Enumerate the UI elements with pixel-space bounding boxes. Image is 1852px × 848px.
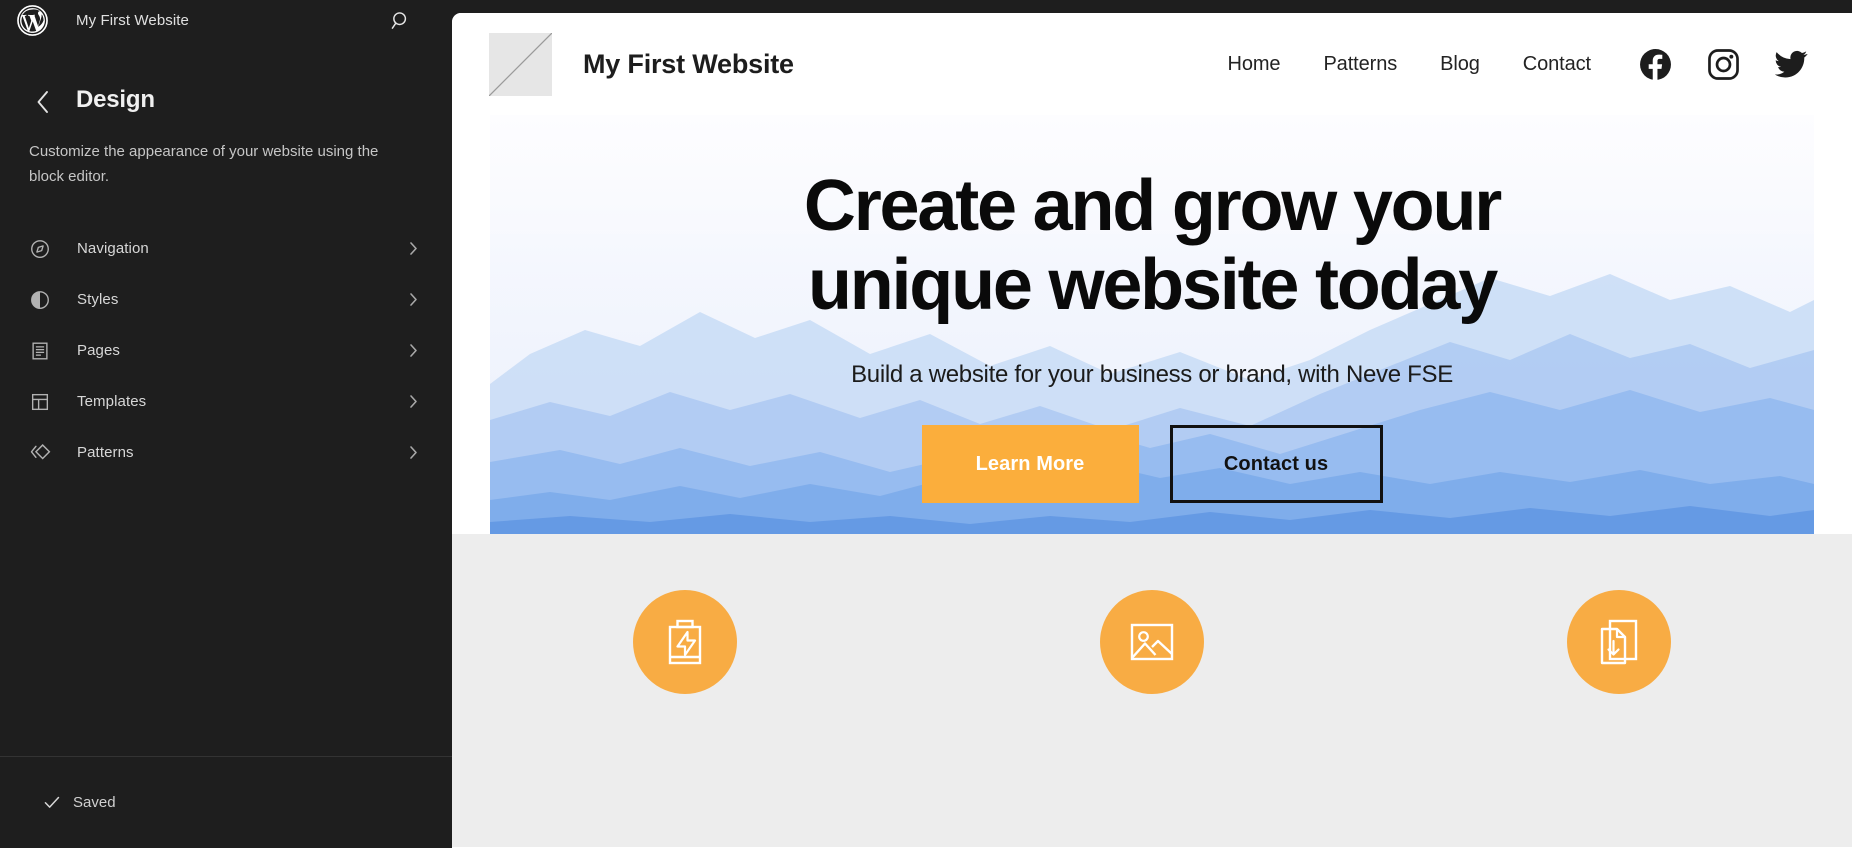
editor-sidebar: My First Website Design Customize the ap… (0, 0, 452, 848)
instagram-icon[interactable] (1706, 47, 1740, 81)
search-icon[interactable] (388, 8, 414, 34)
feature-item (535, 590, 835, 694)
sidebar-item-pages[interactable]: Pages (20, 325, 434, 376)
chevron-right-icon (406, 445, 420, 460)
save-status-bar[interactable]: Saved (0, 756, 452, 848)
hero-section: Create and grow your unique website toda… (490, 115, 1814, 534)
sidebar-item-label: Styles (77, 291, 119, 308)
contact-us-button[interactable]: Contact us (1169, 425, 1383, 503)
sidebar-item-label: Templates (77, 393, 147, 410)
learn-more-button[interactable]: Learn More (921, 425, 1139, 503)
site-preview-canvas[interactable]: My First Website Home Patterns Blog Cont… (452, 13, 1852, 848)
sidebar-item-label: Pages (77, 342, 121, 359)
nav-link-patterns[interactable]: Patterns (1323, 53, 1397, 76)
twitter-icon[interactable] (1774, 47, 1808, 81)
sidebar-item-patterns[interactable]: Patterns (20, 427, 434, 478)
chevron-right-icon (406, 394, 420, 409)
sidebar-item-templates[interactable]: Templates (20, 376, 434, 427)
wordpress-logo-icon[interactable] (16, 5, 48, 37)
chevron-left-icon[interactable] (28, 87, 58, 117)
contrast-circle-icon (28, 288, 52, 312)
panel-description: Customize the appearance of your website… (29, 143, 379, 185)
features-section (452, 534, 1852, 847)
social-links (1638, 47, 1808, 81)
patterns-diamond-icon (28, 441, 52, 465)
design-nav-list: Navigation Styles Pages Templates Patter… (0, 223, 452, 478)
facebook-icon[interactable] (1638, 47, 1672, 81)
checkmark-icon (44, 795, 60, 811)
sidebar-item-label: Patterns (77, 444, 134, 461)
sidebar-item-styles[interactable]: Styles (20, 274, 434, 325)
feature-item (1469, 590, 1769, 694)
battery-charge-icon (633, 590, 738, 694)
chevron-right-icon (406, 241, 420, 256)
nav-link-contact[interactable]: Contact (1523, 53, 1591, 76)
document-lines-icon (28, 339, 52, 363)
sidebar-item-label: Navigation (77, 240, 149, 257)
nav-link-home[interactable]: Home (1227, 53, 1280, 76)
site-hub-bar: My First Website (0, 0, 452, 41)
sidebar-item-navigation[interactable]: Navigation (20, 223, 434, 274)
hero-cta-group: Learn More Contact us (490, 425, 1814, 503)
hero-heading: Create and grow your unique website toda… (803, 166, 1502, 325)
compass-icon (28, 237, 52, 261)
image-placeholder-icon (1099, 590, 1204, 694)
preview-nav-menu: Home Patterns Blog Contact (1227, 47, 1808, 81)
status-badge: Saved (73, 794, 116, 811)
panel-header: Design (0, 41, 452, 117)
feature-item (1002, 590, 1302, 694)
hero-subheading: Build a website for your business or bra… (851, 361, 1453, 388)
site-hub-title: My First Website (76, 12, 190, 29)
nav-link-blog[interactable]: Blog (1440, 53, 1480, 76)
chevron-right-icon (406, 292, 420, 307)
chevron-right-icon (406, 343, 420, 358)
placeholder-image-icon[interactable] (489, 32, 552, 96)
page-title: Design (76, 86, 155, 113)
layout-panel-icon (28, 390, 52, 414)
preview-site-title: My First Website (583, 48, 794, 79)
site-editor: My First Website Design Customize the ap… (0, 0, 1852, 848)
document-download-icon (1566, 590, 1671, 694)
hero-content: Create and grow your unique website toda… (490, 115, 1814, 503)
preview-site-header: My First Website Home Patterns Blog Cont… (452, 13, 1852, 115)
